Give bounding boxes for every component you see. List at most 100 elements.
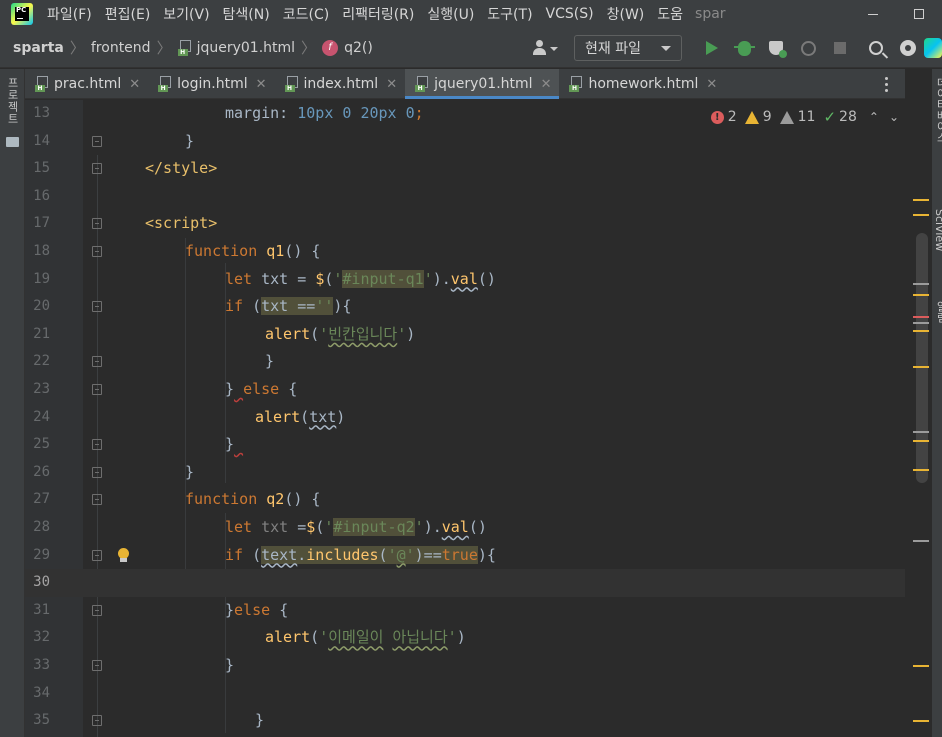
warning-marker[interactable]: [913, 469, 929, 471]
settings-button[interactable]: [892, 35, 924, 61]
warning-marker[interactable]: [913, 366, 929, 368]
menu-edit[interactable]: 편집(E): [105, 4, 151, 24]
menu-bar: PC 파일(F) 편집(E) 보기(V) 탐색(N) 코드(C) 리팩터링(R)…: [0, 0, 942, 28]
warning-marker[interactable]: [913, 214, 929, 216]
left-tool-strip: 프로젝트: [0, 69, 25, 737]
close-icon[interactable]: ✕: [256, 77, 267, 92]
scrollbar-thumb[interactable]: [916, 233, 928, 483]
warning-marker[interactable]: [913, 665, 929, 667]
fold-icon[interactable]: [92, 356, 102, 368]
user-icon[interactable]: [530, 37, 560, 59]
code-text: if (text.includes('@')==true){: [225, 545, 496, 564]
error-stripe[interactable]: [905, 100, 932, 737]
close-icon[interactable]: ✕: [706, 77, 717, 92]
breadcrumb-separator-icon: 〉: [156, 39, 172, 57]
menu-run[interactable]: 실행(U): [427, 4, 474, 24]
weak-warning-icon: [779, 110, 794, 124]
gear-icon: [900, 40, 916, 56]
line-number: 28: [33, 519, 50, 535]
fold-icon[interactable]: [92, 715, 102, 727]
error-marker[interactable]: [913, 316, 929, 318]
chevron-down-icon[interactable]: ⌄: [889, 110, 899, 124]
lightbulb-icon[interactable]: [117, 547, 129, 562]
breadcrumb-file-label: jquery01.html: [196, 39, 296, 56]
fold-icon[interactable]: [92, 549, 102, 561]
database-tool-button[interactable]: 데이터베이스: [933, 77, 942, 143]
minimize-button[interactable]: [850, 0, 896, 28]
warning-marker[interactable]: [913, 330, 929, 332]
code-line: 18 function q1() {: [25, 238, 905, 266]
weak-warning-marker[interactable]: [913, 322, 929, 324]
weak-warning-count[interactable]: 11: [779, 109, 816, 125]
jetbrains-button[interactable]: [924, 35, 942, 61]
line-number: 24: [33, 408, 50, 425]
menu-code[interactable]: 코드(C): [283, 4, 329, 24]
chevron-down-icon: [661, 46, 671, 51]
fold-icon[interactable]: [92, 604, 102, 616]
breadcrumb-project[interactable]: sparta: [13, 40, 64, 56]
tab-more-button[interactable]: [868, 69, 905, 99]
warning-marker[interactable]: [913, 440, 929, 442]
weak-warning-count-label: 11: [797, 109, 816, 125]
search-everywhere-button[interactable]: [860, 35, 892, 61]
line-number: 19: [33, 270, 50, 287]
chevron-up-icon[interactable]: ⌃: [869, 110, 879, 124]
menu-window[interactable]: 창(W): [607, 4, 645, 24]
fold-icon[interactable]: [92, 494, 102, 506]
warning-marker[interactable]: [913, 199, 929, 201]
menu-refactor[interactable]: 리팩터링(R): [342, 4, 414, 24]
tab-index-html[interactable]: H index.html ✕: [275, 69, 406, 99]
coverage-button[interactable]: [760, 35, 792, 61]
code-line: 22 }: [25, 348, 905, 376]
maximize-button[interactable]: [896, 0, 942, 28]
project-tool-button[interactable]: 프로젝트: [5, 77, 19, 137]
tab-prac-html[interactable]: H prac.html ✕: [25, 69, 148, 99]
close-icon[interactable]: ✕: [386, 77, 397, 92]
code-line: 26 }: [25, 459, 905, 487]
fold-icon[interactable]: [92, 218, 102, 230]
fold-icon[interactable]: [92, 384, 102, 395]
inspection-widget[interactable]: ! 2 9 11 ✓ 28 ⌃ ⌄: [704, 107, 899, 127]
tab-jquery01-html[interactable]: H jquery01.html ✕: [405, 69, 560, 99]
weak-warning-marker[interactable]: [913, 283, 929, 285]
tab-homework-html[interactable]: H homework.html ✕: [559, 69, 725, 99]
menu-view[interactable]: 보기(V): [163, 4, 209, 24]
notifications-tool-button[interactable]: 알림: [933, 301, 942, 323]
breadcrumb-folder[interactable]: frontend: [91, 40, 151, 56]
run-button[interactable]: [696, 35, 728, 61]
stop-button[interactable]: [824, 35, 856, 61]
weak-warning-marker[interactable]: [913, 431, 929, 433]
menu-file[interactable]: 파일(F): [47, 4, 92, 24]
fold-icon[interactable]: [92, 163, 102, 175]
breadcrumb-function[interactable]: f q2(): [322, 39, 373, 56]
code-text: }else {: [225, 600, 289, 619]
fold-icon[interactable]: [92, 439, 102, 451]
fold-icon[interactable]: [92, 135, 102, 147]
code-editor[interactable]: 13 margin: 10px 0 20px 0; 14 } 15 </styl…: [25, 100, 905, 737]
code-line: 24 alert(txt): [25, 404, 905, 432]
warning-count[interactable]: 9: [744, 109, 772, 125]
menu-vcs[interactable]: VCS(S): [546, 6, 594, 22]
fold-icon[interactable]: [92, 466, 102, 478]
play-icon: [706, 41, 718, 55]
tab-login-html[interactable]: H login.html ✕: [148, 69, 274, 99]
close-icon[interactable]: ✕: [129, 77, 140, 92]
error-count[interactable]: ! 2: [710, 109, 737, 125]
menu-tools[interactable]: 도구(T): [487, 4, 532, 24]
warning-marker[interactable]: [913, 294, 929, 296]
profile-button[interactable]: [792, 35, 824, 61]
weak-warning-marker[interactable]: [913, 540, 929, 542]
fold-icon[interactable]: [92, 660, 102, 671]
code-text: }: [225, 435, 235, 454]
run-configuration-dropdown[interactable]: 현재 파일: [574, 35, 682, 61]
fold-icon[interactable]: [92, 301, 102, 313]
breadcrumb-file[interactable]: H jquery01.html: [177, 39, 296, 56]
fold-icon[interactable]: [92, 246, 102, 257]
typo-count[interactable]: ✓ 28: [823, 108, 856, 126]
menu-navigate[interactable]: 탐색(N): [223, 4, 270, 24]
sciview-tool-button[interactable]: SciView: [933, 209, 942, 251]
menu-help[interactable]: 도움: [657, 4, 683, 24]
close-icon[interactable]: ✕: [541, 77, 552, 92]
warning-marker[interactable]: [913, 720, 929, 722]
debug-button[interactable]: [728, 35, 760, 61]
